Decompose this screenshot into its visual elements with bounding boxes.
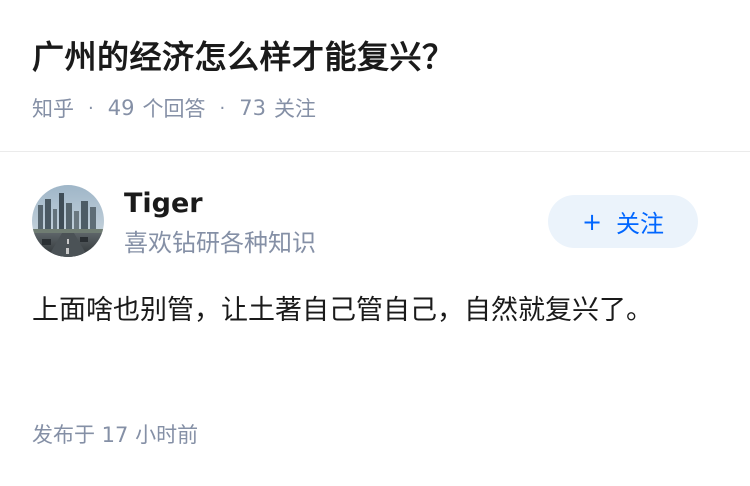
question-meta: 知乎 · 49 个回答 · 73 关注 bbox=[32, 92, 316, 124]
source-label[interactable]: 知乎 bbox=[32, 93, 74, 123]
answer-count: 49 bbox=[107, 96, 135, 120]
answer-page: 广州的经济怎么样才能复兴？ 知乎 · 49 个回答 · 73 关注 Tiger … bbox=[0, 0, 750, 486]
author-name[interactable]: Tiger bbox=[124, 186, 203, 222]
follow-label: 关注 bbox=[616, 210, 665, 238]
follower-count-label: 关注 bbox=[273, 97, 316, 121]
answer-time: 发布于 17 小时前 bbox=[32, 423, 199, 447]
plus-icon: + bbox=[581, 207, 603, 236]
avatar-city-image bbox=[32, 185, 104, 257]
answer-content: 上面啥也别管，让土著自己管自己，自然就复兴了。 bbox=[32, 295, 653, 326]
avatar[interactable] bbox=[32, 185, 104, 257]
section-divider bbox=[0, 151, 750, 152]
meta-separator: · bbox=[219, 97, 226, 119]
follow-button[interactable]: + 关注 bbox=[548, 195, 698, 248]
meta-separator: · bbox=[88, 97, 94, 119]
answer-count-label: 个回答 bbox=[142, 97, 206, 121]
question-title[interactable]: 广州的经济怎么样才能复兴？ bbox=[32, 33, 455, 81]
follower-count: 73 bbox=[239, 96, 266, 120]
author-bio: 喜欢钻研各种知识 bbox=[124, 229, 316, 257]
